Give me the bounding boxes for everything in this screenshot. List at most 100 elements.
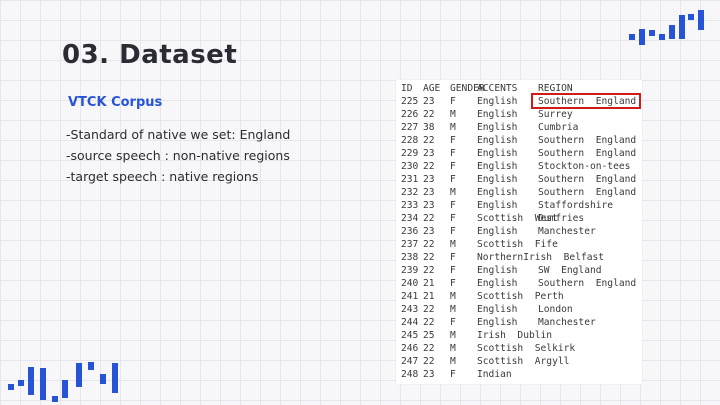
table-cell-region: Southern England: [538, 278, 637, 289]
table-cell-id: 225: [401, 96, 419, 107]
table-cell-accents: English: [477, 278, 518, 289]
table-cell-age: 22: [423, 265, 435, 276]
table-cell-gender: F: [450, 226, 456, 237]
table-cell-id: 243: [401, 304, 419, 315]
table-cell-gender: F: [450, 369, 456, 380]
table-row: 228 22 F English Southern England: [396, 134, 642, 147]
table-cell-age: 22: [423, 239, 435, 250]
table-cell-id: 229: [401, 148, 419, 159]
table-cell-id: 233: [401, 200, 419, 211]
table-cell-age: 22: [423, 135, 435, 146]
table-row: 240 21 F English Southern England: [396, 277, 642, 290]
table-cell-gender: F: [450, 135, 456, 146]
table-row: 239 22 F English SW England: [396, 264, 642, 277]
bullet-item: -target speech : native regions: [66, 169, 259, 184]
table-cell-gender: F: [450, 317, 456, 328]
table-cell-age: 23: [423, 200, 435, 211]
table-cell-gender: F: [450, 174, 456, 185]
table-row: 234 22 F Scottish West Dumfries: [396, 212, 642, 225]
table-cell-gender: F: [450, 252, 456, 263]
table-cell-age: 21: [423, 291, 435, 302]
table-cell-id: 227: [401, 122, 419, 133]
table-cell-id: 232: [401, 187, 419, 198]
table-cell-gender: M: [450, 239, 456, 250]
table-cell-id: 248: [401, 369, 419, 380]
table-cell-id: 247: [401, 356, 419, 367]
table-cell-accents: English: [477, 265, 518, 276]
table-cell-gender: F: [450, 96, 456, 107]
table-cell-gender: M: [450, 356, 456, 367]
table-cell-region: Manchester: [538, 317, 596, 328]
table-cell-age: 22: [423, 109, 435, 120]
table-cell-age: 22: [423, 161, 435, 172]
table-cell-accents: Irish Dublin: [477, 330, 553, 341]
table-cell-gender: F: [450, 148, 456, 159]
table-cell-accents: English: [477, 122, 518, 133]
table-cell-accents: Scottish Argyll: [477, 356, 570, 367]
table-cell-id: 228: [401, 135, 419, 146]
table-cell-accents: English: [477, 226, 518, 237]
table-cell-id: 244: [401, 317, 419, 328]
table-row: 247 22 M Scottish Argyll: [396, 355, 642, 368]
table-cell-age: 22: [423, 356, 435, 367]
table-cell-accents: English: [477, 304, 518, 315]
table-cell-accents: English: [477, 96, 518, 107]
table-cell-region: Southern England: [538, 187, 637, 198]
table-cell-id: 246: [401, 343, 419, 354]
table-cell-region: Dumfries: [538, 213, 585, 224]
table-cell-region: Southern England: [538, 148, 637, 159]
table-row: 233 23 F English Staffordshire: [396, 199, 642, 212]
table-cell-accents: Scottish Perth: [477, 291, 564, 302]
table-cell-age: 23: [423, 174, 435, 185]
header-age: AGE: [423, 83, 441, 94]
table-cell-age: 23: [423, 148, 435, 159]
table-cell-id: 226: [401, 109, 419, 120]
table-row: 237 22 M Scottish Fife: [396, 238, 642, 251]
table-cell-region: Cumbria: [538, 122, 579, 133]
table-cell-id: 238: [401, 252, 419, 263]
table-cell-accents: English: [477, 200, 518, 211]
corpus-subtitle: VTCK Corpus: [68, 95, 163, 110]
table-cell-gender: F: [450, 278, 456, 289]
table-cell-gender: F: [450, 265, 456, 276]
table-cell-gender: M: [450, 122, 456, 133]
table-cell-region: Surrey: [538, 109, 573, 120]
table-cell-gender: M: [450, 330, 456, 341]
header-accents: ACCENTS: [477, 83, 518, 94]
table-row: 241 21 M Scottish Perth: [396, 290, 642, 303]
table-cell-accents: English: [477, 161, 518, 172]
table-cell-accents: English: [477, 109, 518, 120]
header-id: ID: [401, 83, 413, 94]
table-cell-id: 230: [401, 161, 419, 172]
table-cell-gender: M: [450, 187, 456, 198]
table-row: 246 22 M Scottish Selkirk: [396, 342, 642, 355]
table-cell-gender: M: [450, 343, 456, 354]
table-body: 225 23 F English Southern England 226 22 M Engli…: [396, 95, 642, 381]
speaker-info-table: ID AGE GENDER ACCENTS REGION 225 23 F Engli…: [396, 80, 642, 384]
table-cell-id: 237: [401, 239, 419, 250]
table-cell-gender: F: [450, 161, 456, 172]
bullet-item: -Standard of native we set: England: [66, 127, 291, 142]
table-cell-accents: NorthernIrish Belfast: [477, 252, 605, 263]
table-cell-region: London: [538, 304, 573, 315]
bullet-list: -Standard of native we set: England -sou…: [66, 124, 290, 187]
table-cell-region: SW England: [538, 265, 602, 276]
table-cell-id: 245: [401, 330, 419, 341]
table-row: 227 38 M English Cumbria: [396, 121, 642, 134]
table-cell-id: 241: [401, 291, 419, 302]
table-cell-gender: M: [450, 304, 456, 315]
table-cell-id: 240: [401, 278, 419, 289]
table-row: 245 25 M Irish Dublin: [396, 329, 642, 342]
table-cell-region: Staffordshire: [538, 200, 614, 211]
table-cell-accents: Scottish Selkirk: [477, 343, 576, 354]
top-right-bars-decoration: [620, 10, 720, 50]
table-cell-age: 23: [423, 96, 435, 107]
table-cell-age: 22: [423, 252, 435, 263]
table-cell-age: 25: [423, 330, 435, 341]
table-cell-id: 236: [401, 226, 419, 237]
table-row: 230 22 F English Stockton-on-tees: [396, 160, 642, 173]
table-cell-gender: M: [450, 291, 456, 302]
table-cell-age: 21: [423, 278, 435, 289]
slide-title: 03. Dataset: [62, 40, 238, 70]
table-cell-gender: F: [450, 200, 456, 211]
